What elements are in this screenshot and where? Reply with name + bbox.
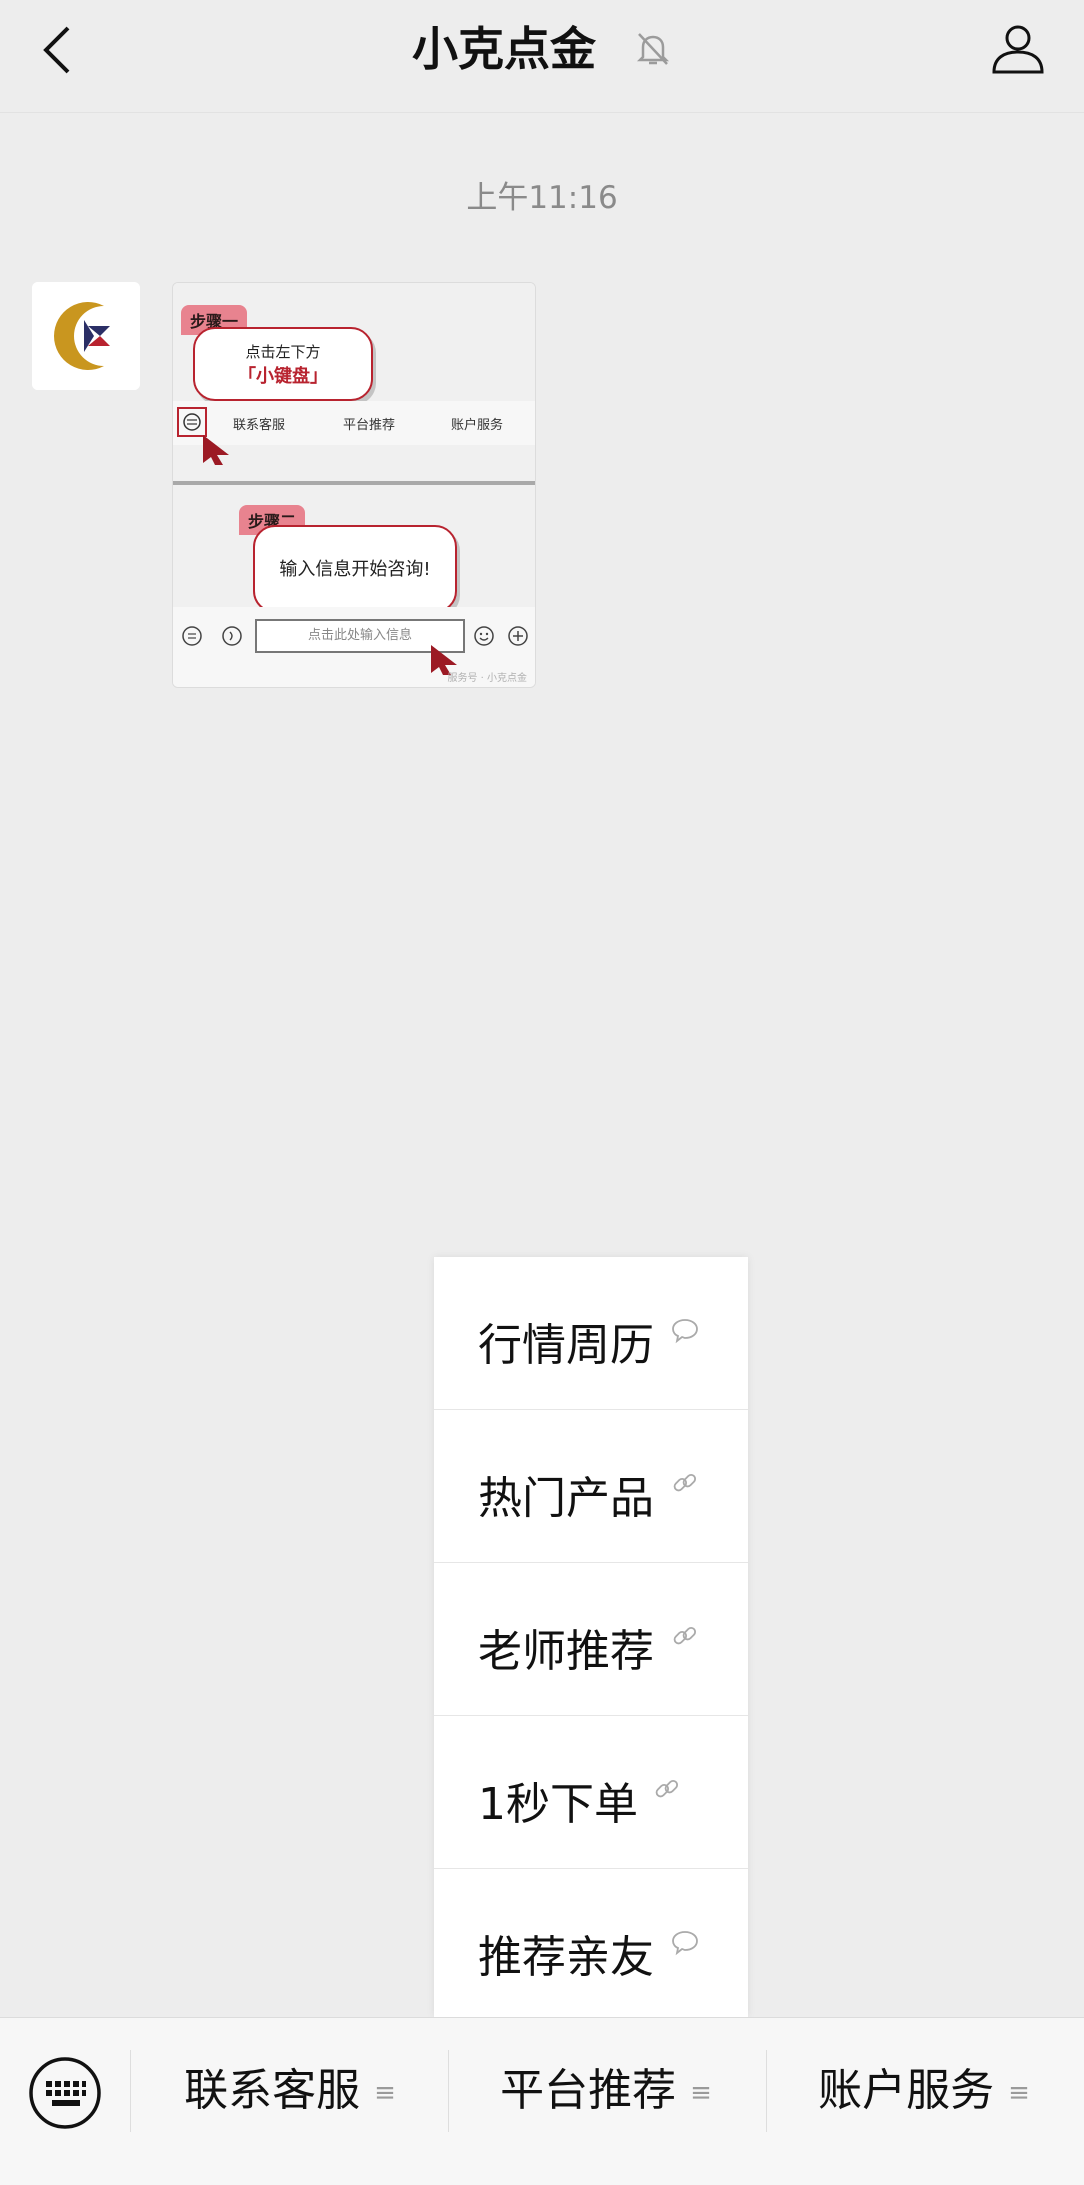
menu-divider (448, 2050, 449, 2132)
menu-item-label: 热门产品 (478, 1473, 654, 1524)
person-icon[interactable] (990, 20, 1046, 76)
page-title-wrap: 小克点金 (0, 14, 1084, 84)
tab-contact-service[interactable]: 联系客服 ≡ (140, 2048, 440, 2134)
page-title: 小克点金 (411, 22, 596, 76)
menu-item-quick-order[interactable]: 1秒下单 (434, 1716, 748, 1869)
link-icon (673, 1473, 697, 1492)
step2-panel: 步骤二 输入信息开始咨询! 点击此处输入信息 服务号 · 小克点金 (173, 485, 535, 687)
top-bar: 小克点金 (0, 0, 1084, 113)
menu-item-label: 行情周历 (478, 1320, 654, 1371)
menu-item-refer-friends[interactable]: 推荐亲友 (434, 1869, 748, 2021)
menu-item-label: 推荐亲友 (478, 1932, 654, 1983)
bottom-menu-bar: 联系客服 ≡ 平台推荐 ≡ 账户服务 ≡ (0, 2017, 1084, 2185)
mini-tab-1: 联系客服 (233, 418, 286, 433)
sender-avatar[interactable] (32, 282, 140, 390)
chat-bubble-icon (672, 1319, 698, 1344)
popup-submenu: 行情周历 热门产品 老师推荐 1秒下单 推荐亲友 (434, 1257, 748, 2017)
menu-divider (766, 2050, 767, 2132)
logo-icon (32, 282, 140, 390)
link-icon (673, 1626, 697, 1645)
menu-lines-icon: ≡ (374, 2078, 396, 2108)
message-image[interactable]: 步骤一 点击左下方 「小键盘」 联系客服 平台推荐 账户服务 步骤二 输入信息开… (172, 282, 536, 688)
menu-item-teacher-picks[interactable]: 老师推荐 (434, 1563, 748, 1716)
mini-tab-2: 平台推荐 (343, 418, 396, 433)
menu-item-label: 老师推荐 (478, 1626, 654, 1677)
step2-bubble: 输入信息开始咨询! (253, 525, 457, 613)
menu-item-hot-products[interactable]: 热门产品 (434, 1410, 748, 1563)
mini-menu-icon (182, 626, 202, 646)
tab-label: 平台推荐 (500, 2065, 677, 2116)
cursor-arrow-icon (203, 435, 229, 465)
bell-off-icon (636, 32, 670, 65)
step1-line2: 「小键盘」 (238, 366, 328, 387)
mini-emoji-icon (474, 626, 494, 646)
mini-plus-icon (508, 626, 528, 646)
tab-label: 账户服务 (818, 2065, 995, 2116)
keyboard-icon[interactable] (28, 2056, 102, 2130)
chat-timestamp: 上午11:16 (466, 180, 618, 216)
menu-item-market-calendar[interactable]: 行情周历 (434, 1257, 748, 1410)
step1-panel: 步骤一 点击左下方 「小键盘」 联系客服 平台推荐 账户服务 (173, 283, 535, 481)
image-watermark: 服务号 · 小克点金 (447, 673, 527, 684)
link-icon (655, 1779, 679, 1798)
chat-bubble-icon (672, 1931, 698, 1956)
menu-divider (130, 2050, 131, 2132)
step1-line1: 点击左下方 (245, 343, 321, 361)
menu-item-label: 1秒下单 (478, 1779, 638, 1830)
mini-tab-3: 账户服务 (451, 418, 504, 433)
menu-lines-icon: ≡ (690, 2078, 712, 2108)
menu-lines-icon: ≡ (1008, 2078, 1030, 2108)
step2-text: 输入信息开始咨询! (279, 559, 431, 580)
step1-bubble: 点击左下方 「小键盘」 (193, 327, 373, 401)
mini-voice-icon (222, 626, 242, 646)
tab-account-service[interactable]: 账户服务 ≡ (774, 2048, 1074, 2134)
tab-platform-recommend[interactable]: 平台推荐 ≡ (456, 2048, 756, 2134)
tab-label: 联系客服 (184, 2065, 361, 2116)
